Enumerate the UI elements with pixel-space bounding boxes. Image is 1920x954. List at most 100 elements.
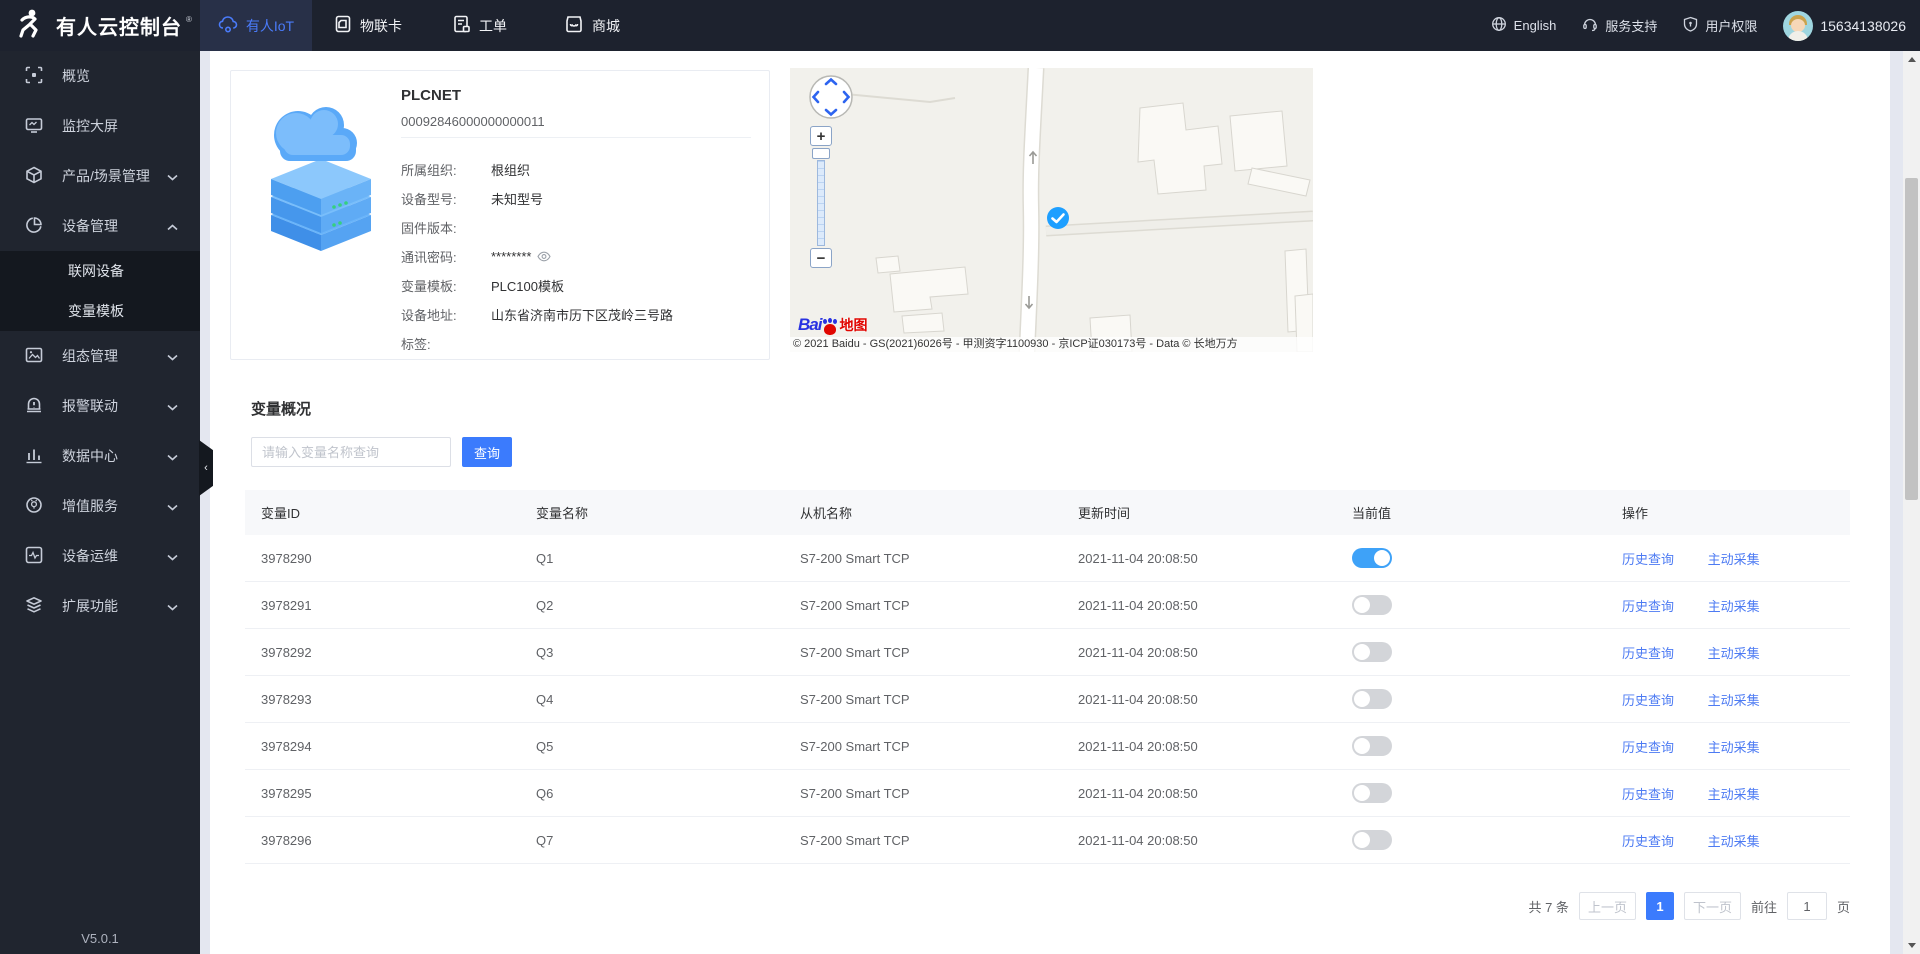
- sidebar-item-device-ops[interactable]: 设备运维: [0, 531, 200, 581]
- field-label: 设备型号:: [401, 192, 457, 207]
- sidebar-item-monitor-screen[interactable]: 监控大屏: [0, 101, 200, 151]
- cell-variable-name: Q5: [536, 738, 554, 754]
- tab-label: 有人IoT: [245, 17, 295, 34]
- field-label: 设备地址:: [401, 308, 457, 323]
- sidebar-item-product-scene[interactable]: 产品/场景管理: [0, 151, 200, 201]
- current-value-toggle[interactable]: [1352, 830, 1392, 850]
- history-query-link[interactable]: 历史查询: [1622, 693, 1674, 708]
- current-value-toggle[interactable]: [1352, 736, 1392, 756]
- col-header-actions: 操作: [1622, 506, 1649, 521]
- image-icon: [25, 346, 43, 367]
- cell-variable-name: Q7: [536, 832, 554, 848]
- map-zoom-slider-track[interactable]: [817, 160, 825, 246]
- scroll-down-arrow[interactable]: [1903, 937, 1920, 954]
- active-collect-link[interactable]: 主动采集: [1708, 552, 1760, 567]
- cell-variable-id: 3978290: [261, 550, 312, 566]
- chevron-down-icon: [167, 498, 178, 514]
- tab-mall[interactable]: 商城: [536, 0, 648, 51]
- sidebar-nav: 概览 监控大屏 产品/场景管理 设备管理 联网设备 变量模板 组态管理 报警联动…: [0, 51, 213, 954]
- history-query-link[interactable]: 历史查询: [1622, 552, 1674, 567]
- map-zoom-out-button[interactable]: −: [810, 248, 832, 268]
- field-address: 设备地址: 山东省济南市历下区茂岭三号路: [401, 300, 761, 329]
- cell-variable-id: 3978292: [261, 644, 312, 660]
- current-value-toggle[interactable]: [1352, 783, 1392, 803]
- page-number-1[interactable]: 1: [1645, 892, 1674, 920]
- sidebar-subitem-label: 联网设备: [68, 263, 124, 279]
- baidu-map[interactable]: + − Bai 地图 © 2021 Baidu - GS(2021)6026号 …: [790, 68, 1313, 352]
- table-row: 3978290 Q1 S7-200 Smart TCP 2021-11-04 2…: [245, 535, 1850, 582]
- cell-update-time: 2021-11-04 20:08:50: [1078, 738, 1198, 754]
- cell-slave-name: S7-200 Smart TCP: [800, 597, 910, 613]
- prev-page-button[interactable]: 上一页: [1578, 892, 1636, 920]
- active-collect-link[interactable]: 主动采集: [1708, 646, 1760, 661]
- user-account[interactable]: 15634138026: [1783, 10, 1906, 41]
- sidebar-item-extensions[interactable]: 扩展功能: [0, 581, 200, 631]
- goto-page-input[interactable]: [1786, 892, 1827, 920]
- history-query-link[interactable]: 历史查询: [1622, 646, 1674, 661]
- variable-search-input[interactable]: [251, 437, 451, 467]
- layers-icon: [25, 596, 43, 617]
- service-support[interactable]: 服务支持: [1582, 16, 1657, 35]
- sidebar-subitem-variable-templates[interactable]: 变量模板: [0, 291, 200, 331]
- chevron-up-icon: [167, 218, 178, 234]
- active-collect-link[interactable]: 主动采集: [1708, 834, 1760, 849]
- history-query-link[interactable]: 历史查询: [1622, 787, 1674, 802]
- chevron-down-icon: [167, 398, 178, 414]
- scrollbar-thumb[interactable]: [1905, 178, 1918, 500]
- cell-variable-id: 3978294: [261, 738, 312, 754]
- brand-logo[interactable]: 有人云控制台 ®: [0, 0, 200, 51]
- col-header-slave-name: 从机名称: [800, 506, 853, 521]
- active-collect-link[interactable]: 主动采集: [1708, 693, 1760, 708]
- sidebar-item-label: 设备运维: [62, 548, 118, 564]
- vertical-scrollbar[interactable]: [1903, 51, 1920, 954]
- eye-icon[interactable]: [537, 251, 552, 262]
- language-switcher[interactable]: English: [1491, 16, 1556, 35]
- map-pan-control[interactable]: [808, 74, 854, 125]
- goto-label: 前往: [1750, 899, 1777, 915]
- sidebar-item-label: 概览: [62, 68, 90, 84]
- map-device-marker[interactable]: [1046, 206, 1070, 235]
- field-label: 固件版本:: [401, 221, 457, 236]
- tab-usr-iot[interactable]: 有人IoT: [200, 0, 312, 51]
- sidebar-item-configuration[interactable]: 组态管理: [0, 331, 200, 381]
- chevron-down-icon: [167, 168, 178, 184]
- registered-mark: ®: [186, 15, 192, 24]
- sidebar-item-label: 扩展功能: [62, 598, 118, 614]
- map-zoom-slider-thumb[interactable]: [812, 148, 830, 159]
- table-row: 3978293 Q4 S7-200 Smart TCP 2021-11-04 2…: [245, 676, 1850, 723]
- search-button[interactable]: 查询: [462, 437, 512, 467]
- current-value-toggle[interactable]: [1352, 548, 1392, 568]
- current-value-toggle[interactable]: [1352, 689, 1392, 709]
- current-value-toggle[interactable]: [1352, 642, 1392, 662]
- cell-slave-name: S7-200 Smart TCP: [800, 550, 910, 566]
- scroll-up-arrow[interactable]: [1903, 51, 1920, 68]
- value-added-icon: [25, 496, 43, 517]
- sidebar-item-overview[interactable]: 概览: [0, 51, 200, 101]
- sidebar-item-device-management[interactable]: 设备管理: [0, 201, 200, 251]
- cell-variable-id: 3978291: [261, 597, 312, 613]
- device-illustration: [256, 99, 386, 274]
- chevron-down-icon: [167, 448, 178, 464]
- app-version: V5.0.1: [81, 931, 119, 946]
- sidebar-item-data-center[interactable]: 数据中心: [0, 431, 200, 481]
- sidebar-item-value-added-services[interactable]: 增值服务: [0, 481, 200, 531]
- tab-work-order[interactable]: 工单: [424, 0, 536, 51]
- active-collect-link[interactable]: 主动采集: [1708, 787, 1760, 802]
- tab-iot-card[interactable]: 物联卡: [312, 0, 424, 51]
- active-collect-link[interactable]: 主动采集: [1708, 599, 1760, 614]
- history-query-link[interactable]: 历史查询: [1622, 834, 1674, 849]
- history-query-link[interactable]: 历史查询: [1622, 740, 1674, 755]
- user-permission[interactable]: 用户权限: [1683, 16, 1757, 35]
- pulse-monitor-icon: [25, 546, 43, 567]
- field-label: 所属组织:: [401, 163, 457, 178]
- cell-variable-name: Q3: [536, 644, 554, 660]
- next-page-button[interactable]: 下一页: [1683, 892, 1741, 920]
- app-title: 有人云控制台: [56, 17, 182, 39]
- sidebar-item-alarm-linkage[interactable]: 报警联动: [0, 381, 200, 431]
- map-zoom-in-button[interactable]: +: [810, 126, 832, 146]
- active-collect-link[interactable]: 主动采集: [1708, 740, 1760, 755]
- history-query-link[interactable]: 历史查询: [1622, 599, 1674, 614]
- current-value-toggle[interactable]: [1352, 595, 1392, 615]
- sidebar-subitem-networked-devices[interactable]: 联网设备: [0, 251, 200, 291]
- cell-slave-name: S7-200 Smart TCP: [800, 691, 910, 707]
